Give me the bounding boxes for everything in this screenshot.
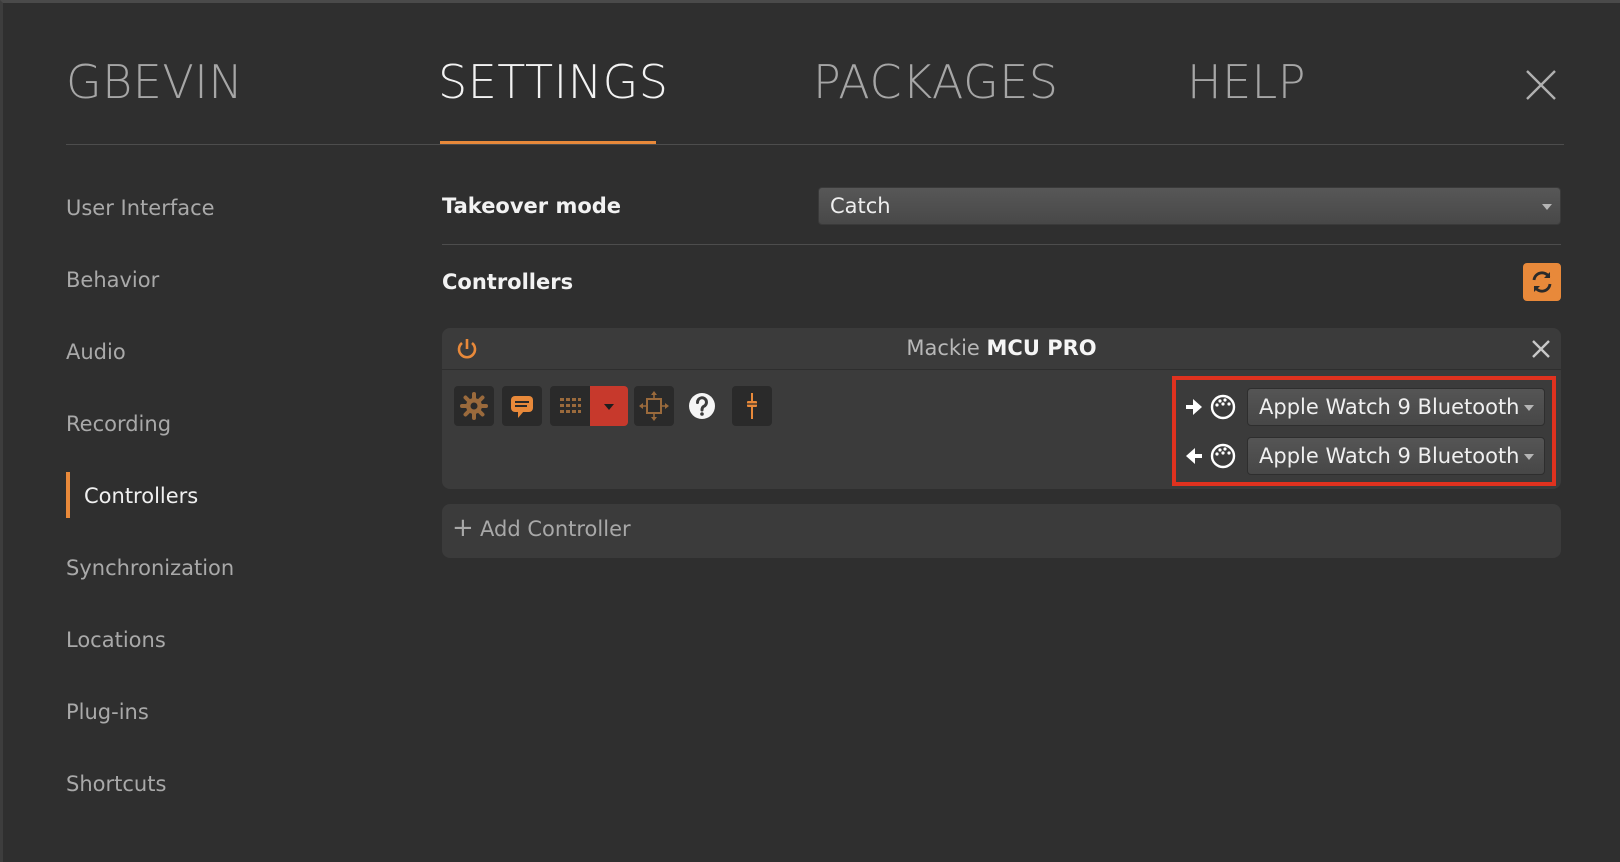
grid-view-button[interactable]	[550, 386, 590, 426]
sidebar-item-shortcuts[interactable]: Shortcuts	[66, 770, 166, 798]
tab-help[interactable]: HELP	[1187, 51, 1306, 113]
controllers-heading: Controllers	[442, 270, 574, 294]
fader-button[interactable]	[732, 386, 772, 426]
controller-title: Mackie MCU PRO	[442, 336, 1561, 360]
tab-packages[interactable]: PACKAGES	[813, 51, 1059, 113]
input-port-value: Apple Watch 9 Bluetooth	[1259, 395, 1520, 419]
chevron-down-icon	[1524, 454, 1534, 460]
sidebar-item-recording[interactable]: Recording	[66, 410, 171, 438]
output-port-select[interactable]: Apple Watch 9 Bluetooth	[1247, 437, 1545, 475]
close-icon[interactable]	[1521, 65, 1561, 105]
sidebar-item-locations[interactable]: Locations	[66, 626, 166, 654]
tab-gbevin[interactable]: GBEVIN	[66, 51, 243, 113]
takeover-mode-label: Takeover mode	[442, 194, 622, 218]
sidebar-item-behavior[interactable]: Behavior	[66, 266, 159, 294]
chat-icon	[511, 396, 533, 418]
controller-header-divider	[442, 369, 1561, 370]
grid-options-dropdown[interactable]	[590, 386, 628, 426]
arrow-left-midi-icon	[1186, 443, 1236, 469]
sidebar-item-user-interface[interactable]: User Interface	[66, 194, 215, 222]
section-divider	[442, 244, 1561, 245]
output-port-value: Apple Watch 9 Bluetooth	[1259, 444, 1520, 468]
sidebar-item-synchronization[interactable]: Synchronization	[66, 554, 234, 582]
sidebar-item-plug-ins[interactable]: Plug-ins	[66, 698, 149, 726]
controller-model: MCU PRO	[986, 336, 1097, 360]
plus-icon: +	[452, 513, 474, 543]
remove-controller-button[interactable]	[1530, 338, 1552, 360]
sidebar-active-indicator	[66, 472, 70, 518]
chevron-down-icon	[1542, 204, 1552, 210]
controller-settings-button[interactable]	[454, 386, 494, 426]
takeover-mode-select[interactable]: Catch	[818, 187, 1561, 225]
help-icon	[689, 393, 715, 419]
sidebar-item-controllers[interactable]: Controllers	[84, 482, 198, 510]
input-port-select[interactable]: Apple Watch 9 Bluetooth	[1247, 388, 1545, 426]
gear-icon	[460, 392, 488, 420]
fader-icon	[747, 393, 757, 419]
move-icon	[639, 391, 669, 421]
controller-maker: Mackie	[906, 336, 980, 360]
nav-divider	[66, 144, 1564, 145]
notifications-button[interactable]	[502, 386, 542, 426]
add-controller-button[interactable]: + Add Controller	[442, 504, 1561, 558]
refresh-controllers-button[interactable]	[1523, 263, 1561, 301]
add-controller-label: Add Controller	[480, 517, 631, 541]
close-icon	[1532, 340, 1550, 358]
chevron-down-icon	[604, 404, 614, 410]
chevron-down-icon	[1524, 405, 1534, 411]
settings-window: GBEVIN SETTINGS PACKAGES HELP User Inter…	[0, 0, 1620, 862]
move-controller-button[interactable]	[634, 386, 674, 426]
grid-icon	[560, 398, 581, 413]
tab-settings[interactable]: SETTINGS	[438, 51, 668, 113]
sidebar-item-audio[interactable]: Audio	[66, 338, 126, 366]
input-port-icon	[1184, 391, 1244, 423]
arrow-right-midi-icon	[1186, 394, 1236, 420]
output-port-icon	[1184, 440, 1244, 472]
takeover-mode-value: Catch	[830, 194, 891, 218]
help-button[interactable]	[682, 386, 722, 426]
refresh-icon	[1532, 271, 1552, 293]
